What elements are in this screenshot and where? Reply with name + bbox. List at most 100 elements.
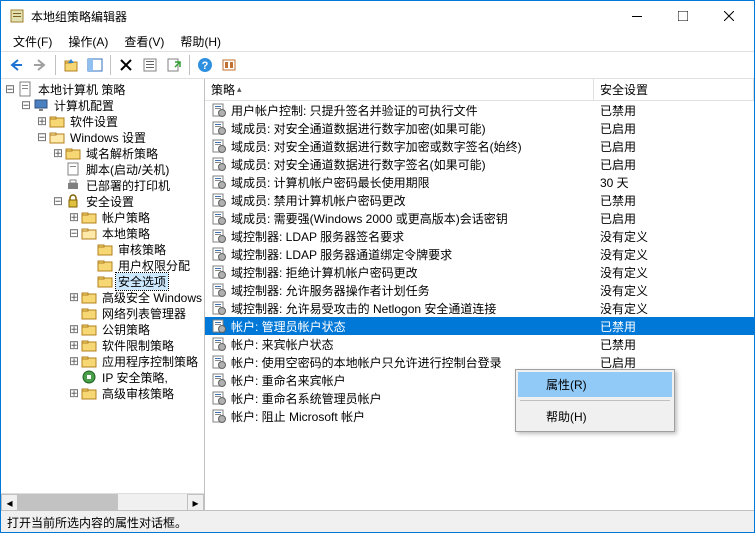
- policy-setting: 已启用: [594, 138, 754, 155]
- list-row[interactable]: 域成员: 对安全通道数据进行数字加密或数字签名(始终)已启用: [205, 137, 754, 155]
- minimize-button[interactable]: [614, 1, 660, 31]
- menu-view[interactable]: 查看(V): [116, 31, 172, 52]
- printer-icon: [65, 177, 81, 193]
- expand-icon[interactable]: ⊟: [67, 226, 81, 240]
- policy-item-icon: [211, 318, 227, 334]
- tree-node-public-key[interactable]: ⊞ 公钥策略: [1, 321, 204, 337]
- policy-setting: 没有定义: [594, 228, 754, 245]
- tree-node-dns-policy[interactable]: ⊞ 域名解析策略: [1, 145, 204, 161]
- tree-label: 计算机配置: [52, 97, 116, 114]
- list-pane: 策略 ▴ 安全设置 用户帐户控制: 只提升签名并验证的可执行文件已禁用域成员: …: [205, 79, 754, 510]
- tree-label: Windows 设置: [68, 129, 148, 146]
- menu-file[interactable]: 文件(F): [5, 31, 60, 52]
- list-body[interactable]: 用户帐户控制: 只提升签名并验证的可执行文件已禁用域成员: 对安全通道数据进行数…: [205, 101, 754, 510]
- policy-item-icon: [211, 102, 227, 118]
- policy-name: 帐户: 使用空密码的本地帐户只允许进行控制台登录: [231, 354, 594, 371]
- folder-icon: [81, 337, 97, 353]
- expand-icon[interactable]: ⊟: [19, 98, 33, 112]
- menu-action[interactable]: 操作(A): [60, 31, 116, 52]
- folder-open-icon: [49, 129, 65, 145]
- maximize-button[interactable]: [660, 1, 706, 31]
- expand-icon[interactable]: ⊞: [67, 290, 81, 304]
- column-header-policy[interactable]: 策略 ▴: [205, 79, 594, 100]
- back-button[interactable]: [5, 54, 27, 76]
- toolbar: ?: [1, 51, 754, 79]
- expand-icon[interactable]: ⊞: [67, 386, 81, 400]
- scroll-right-button[interactable]: ▸: [187, 494, 204, 510]
- up-button[interactable]: [60, 54, 82, 76]
- export-button[interactable]: [163, 54, 185, 76]
- list-row[interactable]: 域控制器: 允许易受攻击的 Netlogon 安全通道连接没有定义: [205, 299, 754, 317]
- policy-item-icon: [211, 138, 227, 154]
- nav-tree[interactable]: ⊟ 本地计算机 策略 ⊟ 计算机配置 ⊞ 软件设置 ⊟ Windows 设置 ⊞: [1, 79, 204, 493]
- list-row[interactable]: 域控制器: 允许服务器操作者计划任务没有定义: [205, 281, 754, 299]
- list-row[interactable]: 域成员: 对安全通道数据进行数字签名(如果可能)已启用: [205, 155, 754, 173]
- tree-node-user-rights[interactable]: 用户权限分配: [1, 257, 204, 273]
- tree-label: 已部署的打印机: [84, 177, 172, 194]
- policy-setting: 没有定义: [594, 264, 754, 281]
- policy-setting: 已启用: [594, 354, 754, 371]
- expand-icon[interactable]: ⊟: [3, 82, 17, 96]
- expand-icon[interactable]: ⊞: [67, 322, 81, 336]
- policy-name: 域成员: 对安全通道数据进行数字签名(如果可能): [231, 156, 594, 173]
- tree-node-windows-settings[interactable]: ⊟ Windows 设置: [1, 129, 204, 145]
- menu-help[interactable]: 帮助(H): [172, 31, 229, 52]
- tree-node-security-options[interactable]: 安全选项: [1, 273, 204, 289]
- policy-setting: 30 天: [594, 174, 754, 191]
- tree-node-account-policies[interactable]: ⊞ 帐户策略: [1, 209, 204, 225]
- tree-node-advanced-audit[interactable]: ⊞ 高级审核策略: [1, 385, 204, 401]
- list-row[interactable]: 用户帐户控制: 只提升签名并验证的可执行文件已禁用: [205, 101, 754, 119]
- tree-node-wfas[interactable]: ⊞ 高级安全 Windows: [1, 289, 204, 305]
- policy-item-icon: [211, 228, 227, 244]
- delete-button[interactable]: [115, 54, 137, 76]
- title-bar: 本地组策略编辑器: [1, 1, 754, 31]
- tree-h-scrollbar[interactable]: ◂ ▸: [1, 493, 204, 510]
- expand-icon[interactable]: ⊞: [51, 146, 65, 160]
- tree-node-app-control[interactable]: ⊞ 应用程序控制策略: [1, 353, 204, 369]
- scroll-left-button[interactable]: ◂: [1, 494, 18, 510]
- context-menu-properties[interactable]: 属性(R): [518, 372, 672, 397]
- expand-icon[interactable]: ⊞: [67, 210, 81, 224]
- list-row[interactable]: 域成员: 对安全通道数据进行数字加密(如果可能)已启用: [205, 119, 754, 137]
- expand-icon[interactable]: ⊞: [67, 354, 81, 368]
- policy-setting: 已启用: [594, 120, 754, 137]
- expand-icon[interactable]: ⊞: [35, 114, 49, 128]
- policy-item-icon: [211, 174, 227, 190]
- tree-node-root[interactable]: ⊟ 本地计算机 策略: [1, 81, 204, 97]
- tree-node-software-restrict[interactable]: ⊞ 软件限制策略: [1, 337, 204, 353]
- tree-node-local-policies[interactable]: ⊟ 本地策略: [1, 225, 204, 241]
- expand-icon[interactable]: ⊞: [67, 338, 81, 352]
- policy-name: 域成员: 禁用计算机帐户密码更改: [231, 192, 594, 209]
- tree-node-computer-config[interactable]: ⊟ 计算机配置: [1, 97, 204, 113]
- column-header-setting[interactable]: 安全设置: [594, 79, 754, 100]
- list-row[interactable]: 域控制器: 拒绝计算机帐户密码更改没有定义: [205, 263, 754, 281]
- tree-label: 本地策略: [100, 225, 152, 242]
- tree-node-software-settings[interactable]: ⊞ 软件设置: [1, 113, 204, 129]
- list-row[interactable]: 域成员: 需要强(Windows 2000 或更高版本)会话密钥已启用: [205, 209, 754, 227]
- folder-icon: [65, 145, 81, 161]
- tree-node-audit-policy[interactable]: 审核策略: [1, 241, 204, 257]
- tree-node-security-settings[interactable]: ⊟ 安全设置: [1, 193, 204, 209]
- tree-node-network-list[interactable]: 网络列表管理器: [1, 305, 204, 321]
- close-button[interactable]: [706, 1, 752, 31]
- list-row[interactable]: 帐户: 来宾帐户状态已禁用: [205, 335, 754, 353]
- scroll-thumb[interactable]: [18, 494, 118, 510]
- help-button[interactable]: ?: [194, 54, 216, 76]
- tree-node-printers[interactable]: 已部署的打印机: [1, 177, 204, 193]
- list-row[interactable]: 域控制器: LDAP 服务器通道绑定令牌要求没有定义: [205, 245, 754, 263]
- list-row[interactable]: 域控制器: LDAP 服务器签名要求没有定义: [205, 227, 754, 245]
- options-button[interactable]: [218, 54, 240, 76]
- show-hide-tree-button[interactable]: [84, 54, 106, 76]
- tree-node-scripts[interactable]: 脚本(启动/关机): [1, 161, 204, 177]
- list-row[interactable]: 帐户: 管理员帐户状态已禁用: [205, 317, 754, 335]
- forward-button[interactable]: [29, 54, 51, 76]
- policy-setting: 已禁用: [594, 318, 754, 335]
- list-row[interactable]: 域成员: 计算机帐户密码最长使用期限30 天: [205, 173, 754, 191]
- list-row[interactable]: 域成员: 禁用计算机帐户密码更改已禁用: [205, 191, 754, 209]
- tree-node-ipsec[interactable]: IP 安全策略,: [1, 369, 204, 385]
- expand-icon[interactable]: ⊟: [51, 194, 65, 208]
- tree-label: 高级审核策略: [100, 385, 176, 402]
- expand-icon[interactable]: ⊟: [35, 130, 49, 144]
- context-menu-help[interactable]: 帮助(H): [518, 404, 672, 429]
- properties-button[interactable]: [139, 54, 161, 76]
